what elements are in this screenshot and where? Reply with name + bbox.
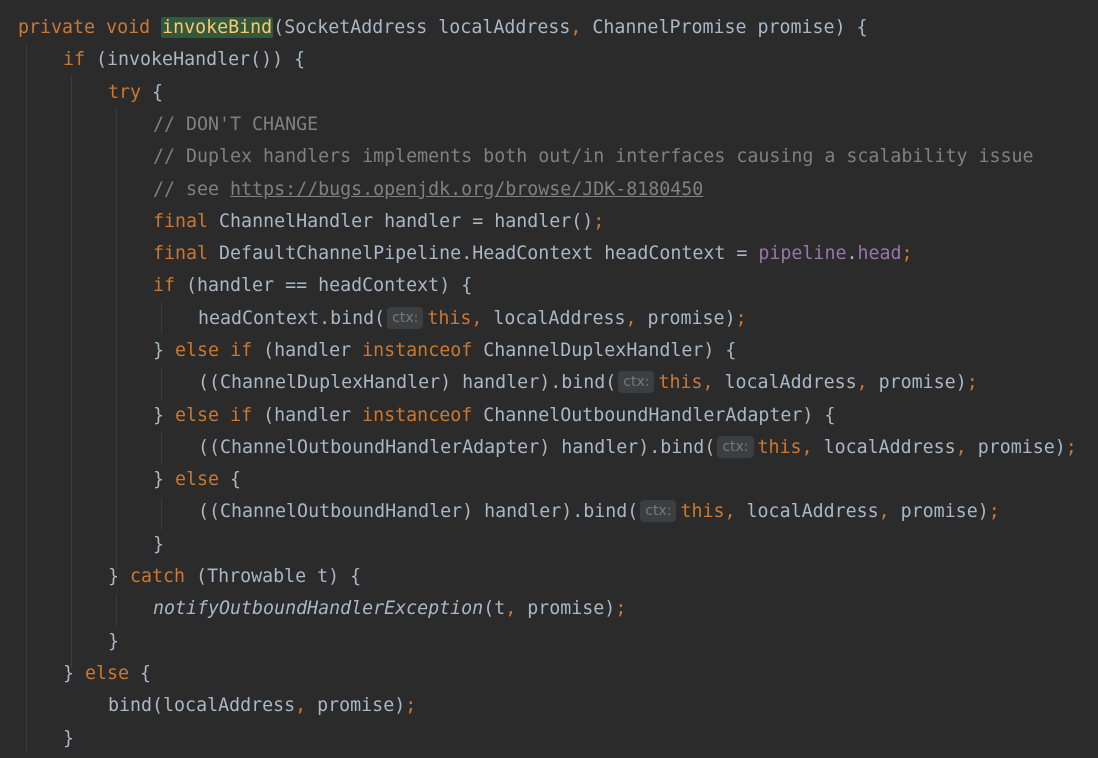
code-line[interactable]: bind(localAddress, promise);: [108, 690, 416, 722]
code-line[interactable]: ((ChannelOutboundHandlerAdapter) handler…: [198, 432, 1077, 464]
code-line[interactable]: // see https://bugs.openjdk.org/browse/J…: [153, 174, 703, 206]
code-line[interactable]: final DefaultChannelPipeline.HeadContext…: [153, 238, 913, 270]
indent-guide: [161, 498, 162, 530]
code-line[interactable]: // DON'T CHANGE: [153, 109, 318, 141]
code-line[interactable]: private void invokeBind(SocketAddress lo…: [18, 12, 868, 44]
code-line[interactable]: } catch (Throwable t) {: [108, 561, 361, 593]
indent-guide: [116, 594, 117, 626]
indent-guide: [26, 44, 27, 752]
indent-guide: [161, 302, 162, 334]
code-line[interactable]: notifyOutboundHandlerException(t, promis…: [153, 593, 626, 625]
url-link[interactable]: https://bugs.openjdk.org/browse/JDK-8180…: [230, 179, 703, 200]
code-editor[interactable]: private void invokeBind(SocketAddress lo…: [0, 0, 1098, 758]
code-line[interactable]: if (handler == headContext) {: [153, 270, 472, 302]
code-line[interactable]: headContext.bind(ctx: this, localAddress,…: [198, 303, 747, 335]
parameter-hint: ctx:: [387, 307, 424, 329]
parameter-hint: ctx:: [717, 436, 754, 458]
indent-guide: [71, 76, 72, 668]
code-line[interactable]: // Duplex handlers implements both out/i…: [153, 141, 1034, 173]
parameter-hint: ctx:: [618, 371, 655, 393]
code-line[interactable]: } else {: [63, 658, 151, 690]
code-line[interactable]: final ChannelHandler handler = handler()…: [153, 206, 604, 238]
code-line[interactable]: } else if (handler instanceof ChannelDup…: [153, 335, 736, 367]
code-line[interactable]: }: [153, 529, 164, 561]
indent-guide: [161, 432, 162, 464]
indent-guide: [116, 108, 117, 570]
indent-guide: [161, 368, 162, 400]
code-line[interactable]: try {: [108, 77, 163, 109]
code-line[interactable]: } else {: [153, 464, 241, 496]
code-line[interactable]: }: [63, 723, 74, 755]
method-name-highlight[interactable]: invokeBind: [161, 17, 274, 38]
code-line[interactable]: ((ChannelOutboundHandler) handler).bind(…: [198, 496, 1000, 528]
parameter-hint: ctx:: [640, 500, 677, 522]
code-line[interactable]: } else if (handler instanceof ChannelOut…: [153, 400, 835, 432]
code-line[interactable]: }: [108, 626, 119, 658]
code-line[interactable]: ((ChannelDuplexHandler) handler).bind(ct…: [198, 367, 978, 399]
code-line[interactable]: if (invokeHandler()) {: [63, 44, 305, 76]
